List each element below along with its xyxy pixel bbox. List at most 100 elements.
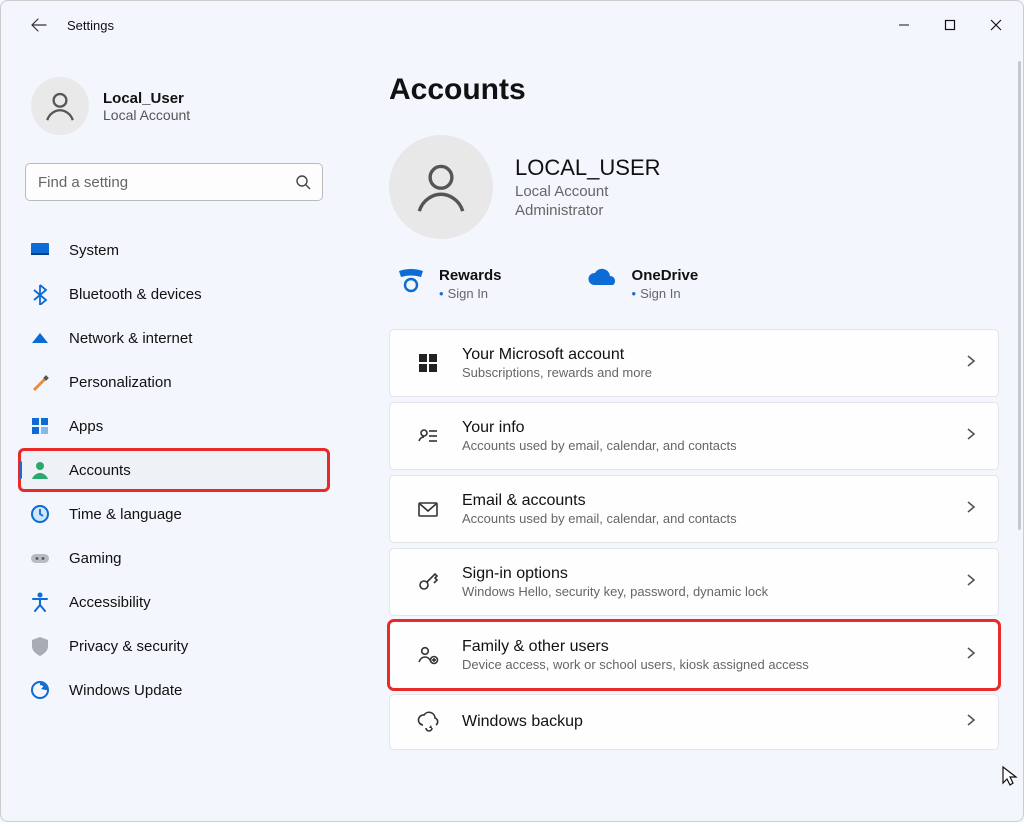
card-key[interactable]: Sign-in options Windows Hello, security … (389, 548, 999, 616)
backup-icon (412, 711, 444, 733)
sidebar-item-label: Accessibility (69, 594, 151, 611)
info-icon (412, 425, 444, 447)
cloud-row: Rewards •Sign In OneDrive •Sign In (397, 267, 999, 301)
onedrive-label: OneDrive (632, 267, 699, 284)
scrollbar[interactable] (1015, 61, 1021, 817)
window-controls (881, 5, 1019, 45)
sidebar-item-person[interactable]: Accounts (19, 449, 329, 491)
update-icon (29, 679, 51, 701)
search-input[interactable] (25, 163, 323, 201)
card-title: Your info (462, 419, 737, 437)
sidebar-item-clock[interactable]: Time & language (19, 493, 329, 535)
sidebar-item-wifi[interactable]: Network & internet (19, 317, 329, 359)
card-text: Windows backup (462, 713, 583, 731)
minimize-icon (898, 19, 910, 31)
sidebar-item-update[interactable]: Windows Update (19, 669, 329, 711)
rewards-action: •Sign In (439, 286, 502, 301)
card-title: Sign-in options (462, 565, 768, 583)
chevron-right-icon (966, 573, 976, 592)
back-icon (31, 17, 47, 33)
rewards-icon (397, 267, 425, 297)
page-title: Accounts (389, 73, 999, 107)
close-icon (990, 19, 1002, 31)
sidebar-item-system[interactable]: System (19, 229, 329, 271)
close-button[interactable] (973, 5, 1019, 45)
chevron-right-icon (966, 427, 976, 446)
profile-name: LOCAL_USER (515, 155, 661, 181)
sidebar-item-brush[interactable]: Personalization (19, 361, 329, 403)
card-subtitle: Subscriptions, rewards and more (462, 365, 652, 380)
profile-avatar (389, 135, 493, 239)
gamepad-icon (29, 547, 51, 569)
cards-list: Your Microsoft account Subscriptions, re… (389, 329, 999, 750)
back-button[interactable] (19, 5, 59, 45)
sidebar-item-apps[interactable]: Apps (19, 405, 329, 447)
sidebar-item-label: Accounts (69, 462, 131, 479)
profile-block: LOCAL_USER Local Account Administrator (389, 135, 999, 239)
rewards-tile[interactable]: Rewards •Sign In (397, 267, 502, 301)
titlebar: Settings (1, 1, 1023, 49)
sidebar-item-label: System (69, 242, 119, 259)
card-text: Email & accounts Accounts used by email,… (462, 492, 737, 526)
sidebar-item-label: Privacy & security (69, 638, 188, 655)
nav: System Bluetooth & devices Network & inter… (19, 229, 329, 711)
card-title: Email & accounts (462, 492, 737, 510)
maximize-button[interactable] (927, 5, 973, 45)
sidebar-item-label: Gaming (69, 550, 122, 567)
sidebar-item-gamepad[interactable]: Gaming (19, 537, 329, 579)
apps-icon (29, 415, 51, 437)
card-family[interactable]: Family & other users Device access, work… (389, 621, 999, 689)
person-icon (29, 459, 51, 481)
onedrive-icon (584, 267, 618, 291)
chevron-right-icon (966, 500, 976, 519)
card-text: Family & other users Device access, work… (462, 638, 809, 672)
content-area: Local_User Local Account System Bluetooth… (1, 49, 1023, 821)
user-block[interactable]: Local_User Local Account (31, 77, 329, 135)
card-text: Your info Accounts used by email, calend… (462, 419, 737, 453)
main-panel: Accounts LOCAL_USER Local Account Admini… (341, 49, 1023, 821)
card-info[interactable]: Your info Accounts used by email, calend… (389, 402, 999, 470)
wifi-icon (29, 327, 51, 349)
key-icon (412, 571, 444, 593)
scrollbar-thumb[interactable] (1018, 61, 1021, 530)
search-wrap (25, 163, 323, 201)
clock-icon (29, 503, 51, 525)
card-subtitle: Accounts used by email, calendar, and co… (462, 511, 737, 526)
card-subtitle: Windows Hello, security key, password, d… (462, 584, 768, 599)
mail-icon (412, 498, 444, 520)
family-icon (412, 644, 444, 666)
avatar (31, 77, 89, 135)
person-icon (43, 89, 77, 123)
card-title: Windows backup (462, 713, 583, 731)
user-subtitle: Local Account (103, 107, 190, 123)
sidebar-item-label: Time & language (69, 506, 182, 523)
brush-icon (29, 371, 51, 393)
onedrive-tile[interactable]: OneDrive •Sign In (584, 267, 699, 301)
sidebar-item-accessibility[interactable]: Accessibility (19, 581, 329, 623)
sidebar-item-label: Network & internet (69, 330, 192, 347)
card-subtitle: Device access, work or school users, kio… (462, 657, 809, 672)
system-icon (29, 239, 51, 261)
card-mail[interactable]: Email & accounts Accounts used by email,… (389, 475, 999, 543)
rewards-label: Rewards (439, 267, 502, 284)
sidebar-item-shield[interactable]: Privacy & security (19, 625, 329, 667)
card-text: Your Microsoft account Subscriptions, re… (462, 346, 652, 380)
sidebar: Local_User Local Account System Bluetooth… (1, 49, 341, 821)
sidebar-item-bluetooth[interactable]: Bluetooth & devices (19, 273, 329, 315)
shield-icon (29, 635, 51, 657)
card-subtitle: Accounts used by email, calendar, and co… (462, 438, 737, 453)
chevron-right-icon (966, 713, 976, 732)
sidebar-item-label: Windows Update (69, 682, 182, 699)
person-icon (412, 158, 470, 216)
sidebar-item-label: Apps (69, 418, 103, 435)
chevron-right-icon (966, 354, 976, 373)
maximize-icon (944, 19, 956, 31)
profile-line1: Local Account (515, 183, 661, 200)
card-backup[interactable]: Windows backup (389, 694, 999, 750)
sidebar-item-label: Personalization (69, 374, 172, 391)
minimize-button[interactable] (881, 5, 927, 45)
sidebar-item-label: Bluetooth & devices (69, 286, 202, 303)
profile-line2: Administrator (515, 202, 661, 219)
bluetooth-icon (29, 283, 51, 305)
card-ms[interactable]: Your Microsoft account Subscriptions, re… (389, 329, 999, 397)
